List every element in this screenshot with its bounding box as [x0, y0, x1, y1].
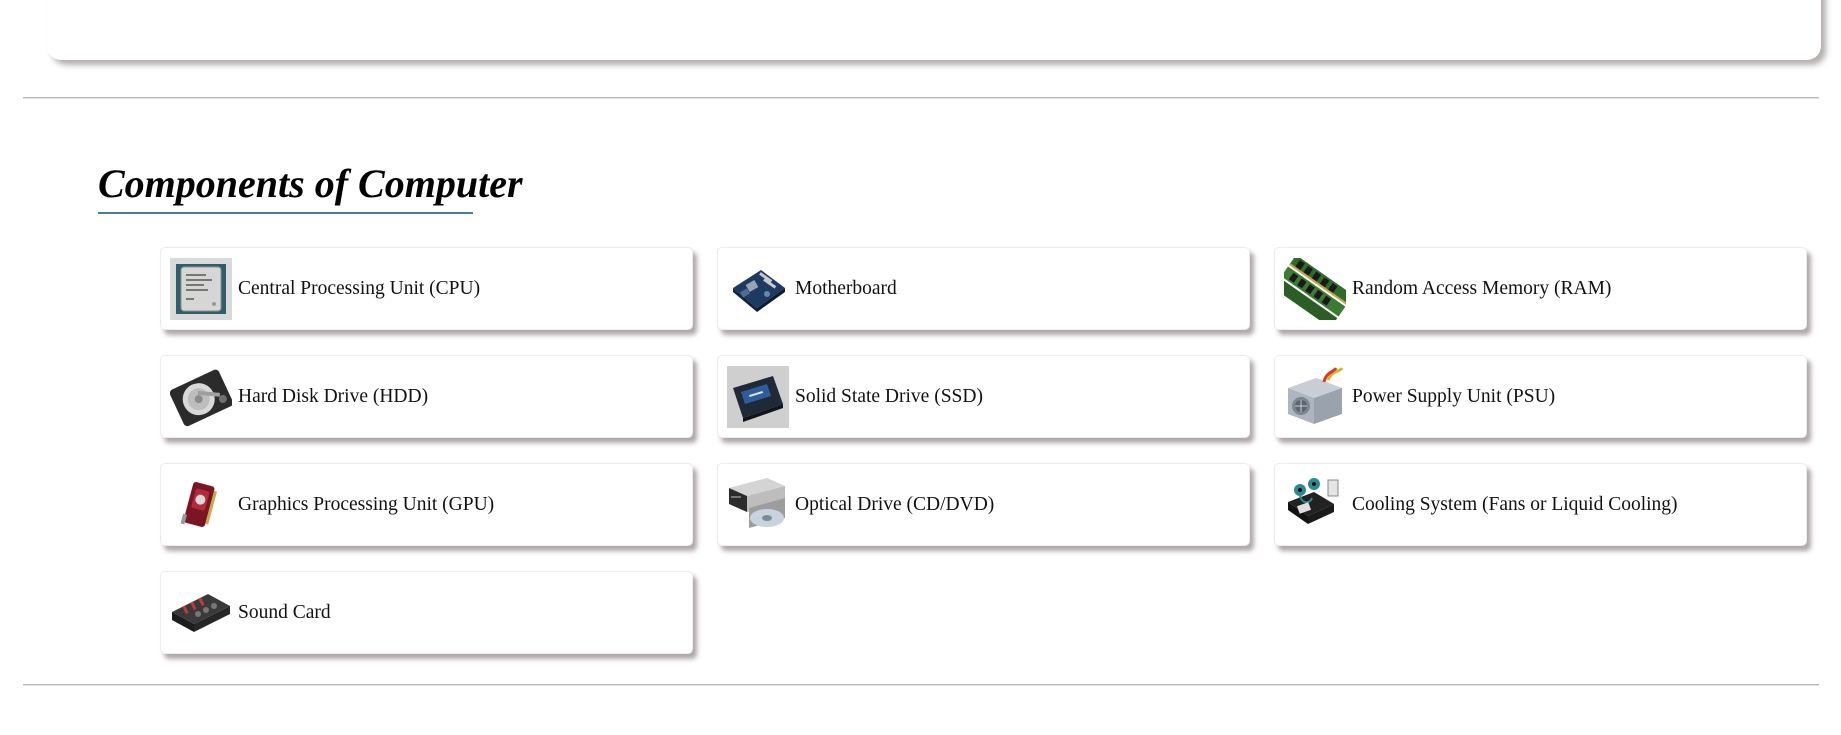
- component-label: Solid State Drive (SSD): [795, 385, 983, 407]
- section-title: Components of Computer: [98, 161, 523, 206]
- component-label: Hard Disk Drive (HDD): [238, 385, 429, 407]
- component-card-psu[interactable]: Power Supply Unit (PSU): [1274, 355, 1807, 438]
- sound-card-icon: [170, 582, 232, 644]
- component-label: Optical Drive (CD/DVD): [795, 493, 995, 515]
- component-label: Random Access Memory (RAM): [1352, 277, 1612, 299]
- component-card-ram[interactable]: Random Access Memory (RAM): [1274, 247, 1807, 330]
- previous-section-card: [47, 0, 1821, 60]
- graphics-card-icon: [170, 474, 232, 536]
- component-card-cpu[interactable]: Central Processing Unit (CPU): [160, 247, 693, 330]
- component-label: Motherboard: [795, 277, 897, 299]
- motherboard-icon: [727, 258, 789, 320]
- title-underline: [98, 212, 473, 214]
- component-label: Cooling System (Fans or Liquid Cooling): [1352, 493, 1678, 515]
- component-label: Central Processing Unit (CPU): [238, 277, 481, 299]
- component-label: Graphics Processing Unit (GPU): [238, 493, 495, 515]
- component-card-optical-drive[interactable]: Optical Drive (CD/DVD): [717, 463, 1250, 546]
- components-grid: Central Processing Unit (CPU) Motherboar…: [160, 247, 1807, 654]
- section-divider-top: [23, 97, 1819, 99]
- optical-drive-icon: [727, 474, 789, 536]
- cooling-system-icon: [1284, 474, 1346, 536]
- component-label: Power Supply Unit (PSU): [1352, 385, 1556, 407]
- component-card-sound-card[interactable]: Sound Card: [160, 571, 693, 654]
- component-card-cooling[interactable]: Cooling System (Fans or Liquid Cooling): [1274, 463, 1807, 546]
- hard-disk-icon: [170, 366, 232, 428]
- component-card-ssd[interactable]: Solid State Drive (SSD): [717, 355, 1250, 438]
- section-divider-bottom: [23, 684, 1819, 686]
- component-label: Sound Card: [238, 601, 331, 623]
- cpu-chip-icon: [170, 257, 232, 320]
- component-card-hdd[interactable]: Hard Disk Drive (HDD): [160, 355, 693, 438]
- ssd-icon: [727, 365, 789, 428]
- ram-module-icon: [1284, 257, 1346, 320]
- component-card-gpu[interactable]: Graphics Processing Unit (GPU): [160, 463, 693, 546]
- component-card-motherboard[interactable]: Motherboard: [717, 247, 1250, 330]
- power-supply-icon: [1284, 366, 1346, 428]
